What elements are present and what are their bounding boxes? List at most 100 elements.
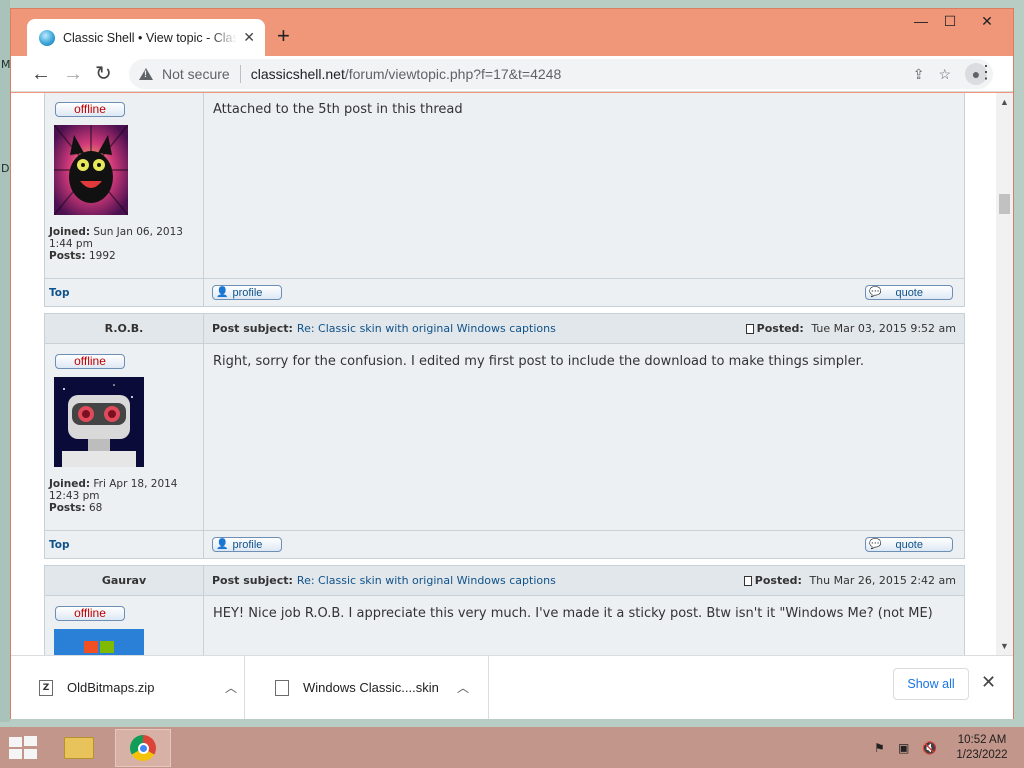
taskbar-file-explorer[interactable] [51,729,107,767]
author-name[interactable]: R.O.B. [45,314,204,343]
offline-status-badge: offline [55,102,125,117]
download-bar-close-icon[interactable]: ✕ [981,672,996,693]
author-post-count: Posts: 1992 [49,250,199,262]
post-icon[interactable] [743,575,752,586]
action-center-flag-icon[interactable]: ⚑ [874,741,885,755]
quote-button[interactable]: 💬 quote [865,537,953,552]
close-window-button[interactable]: ✕ [972,13,1002,30]
reload-icon[interactable]: ↻ [95,62,112,86]
author-post-count: Posts: 68 [49,502,199,514]
quote-button[interactable]: 💬 quote [865,285,953,300]
forum-post: R.O.B. Post subject: Re: Classic skin wi… [44,313,965,559]
file-icon [275,679,289,696]
posts-count: 68 [88,502,103,514]
post-message: Right, sorry for the confusion. I edited… [213,354,864,369]
top-link[interactable]: Top [45,279,204,306]
avatar-robot [54,377,199,470]
page-scrollbar[interactable]: ▲ ▼ [996,93,1013,655]
warning-icon[interactable] [139,68,153,80]
forward-arrow-icon[interactable]: → [63,62,83,86]
desktop-icon-label-fragment[interactable]: D [1,162,9,175]
post-footer: Top 👤 profile 💬 quote [45,278,964,306]
chevron-up-icon[interactable]: ︿ [457,679,469,696]
maximize-button[interactable]: ☐ [935,13,965,30]
posted-label: Posted: [756,322,804,335]
post-subject-link[interactable]: Re: Classic skin with original Windows c… [297,322,556,335]
user-icon: 👤 [216,287,229,298]
download-item-windows-classic[interactable]: Windows Classic....skin ︿ [255,656,489,719]
post-message: Attached to the 5th post in this thread [213,102,463,117]
avatar-windows-logo [54,629,199,655]
clock-date: 1/23/2022 [956,749,1008,761]
author-name[interactable]: Gaurav [45,566,204,595]
network-icon[interactable]: ▣ [898,741,909,755]
show-all-button[interactable]: Show all [893,668,969,700]
windows-avatar-image [54,629,144,655]
scroll-thumb[interactable] [999,194,1010,214]
top-link[interactable]: Top [45,531,204,558]
url-host: classicshell.net [250,66,345,82]
post-footer: Top 👤 profile 💬 quote [45,530,964,558]
profile-button[interactable]: 👤 profile [212,537,282,552]
tab-strip: Classic Shell • View topic - Classic She… [11,9,1013,56]
url-path: /forum/viewtopic.php?f=17&t=4248 [344,66,562,82]
tab-close-icon[interactable]: ✕ [243,29,255,46]
forum-post: Gaurav Post subject: Re: Classic skin wi… [44,565,965,655]
taskbar: ⚑ ▣ 🔇 10:52 AM 1/23/2022 [0,727,1024,768]
download-filename: Windows Classic....skin [303,680,439,695]
scroll-up-arrow-icon[interactable]: ▲ [1000,97,1009,107]
tab-classic-shell[interactable]: Classic Shell • View topic - Classic She… [27,19,265,56]
system-clock[interactable]: 10:52 AM 1/23/2022 [952,733,1012,763]
post-body: offline [45,344,964,530]
speech-bubble-icon: 💬 [869,539,882,550]
speech-bubble-icon: 💬 [869,287,882,298]
tab-title: Classic Shell • View topic - Classic She… [63,30,238,45]
bookmark-star-icon[interactable]: ☆ [938,66,951,83]
profile-button-label: profile [232,286,263,299]
desktop-background: M D [0,0,11,722]
windows-logo-pane [24,749,37,759]
download-filename: OldBitmaps.zip [67,680,155,695]
omnibox-divider [239,65,241,83]
browser-menu-icon[interactable]: ⋮ [977,62,995,83]
download-bar: Z OldBitmaps.zip ︿ Windows Classic....sk… [11,655,1013,719]
posted-date: Tue Mar 03, 2015 9:52 am [811,322,956,335]
post-header: Gaurav Post subject: Re: Classic skin wi… [45,566,964,596]
robot-avatar-image [54,377,144,467]
taskbar-chrome[interactable] [115,729,171,767]
author-profile: offline [45,344,204,530]
posts-label: Posts: [49,502,86,514]
profile-button-label: profile [232,538,263,551]
subject-label: Post subject: [212,322,293,335]
subject-label: Post subject: [212,574,293,587]
address-bar[interactable]: Not secure classicshell.net/forum/viewto… [129,59,993,89]
zip-file-icon: Z [39,679,53,696]
chevron-up-icon[interactable]: ︿ [225,679,237,696]
post-message-text: HEY! Nice job R.O.B. I appreciate this v… [213,606,933,621]
download-item-oldbitmaps[interactable]: Z OldBitmaps.zip ︿ [11,656,245,719]
volume-muted-icon[interactable]: 🔇 [922,741,937,755]
security-label[interactable]: Not secure [162,66,230,82]
forum-topic: offline Joined: Sun Jan 06, 2013 1:44 pm… [44,93,965,655]
new-tab-button[interactable]: + [277,25,290,47]
folder-icon [64,737,94,759]
post-actions: 👤 profile 💬 quote [204,279,964,306]
minimize-button[interactable]: — [906,13,936,29]
profile-button[interactable]: 👤 profile [212,285,282,300]
windows-logo-pane [9,749,22,759]
share-icon[interactable]: ⇪ [913,66,925,83]
start-button[interactable] [8,736,38,760]
posts-label: Posts: [49,250,86,262]
post-subject-link[interactable]: Re: Classic skin with original Windows c… [297,574,556,587]
scroll-down-arrow-icon[interactable]: ▼ [1000,641,1009,651]
post-message: HEY! Nice job R.O.B. I appreciate this v… [204,596,964,655]
back-arrow-icon[interactable]: ← [31,62,51,86]
cat-avatar-image [53,124,129,216]
quote-button-label: quote [895,538,923,551]
url-text[interactable]: classicshell.net/forum/viewtopic.php?f=1… [251,66,562,82]
post-icon[interactable] [745,323,754,334]
posted-date: Thu Mar 26, 2015 2:42 am [809,574,956,587]
author-profile: offline [45,596,204,655]
post-subject-row: Post subject: Re: Classic skin with orig… [204,566,964,595]
posted-info: Posted: Tue Mar 03, 2015 9:52 am [745,322,956,335]
